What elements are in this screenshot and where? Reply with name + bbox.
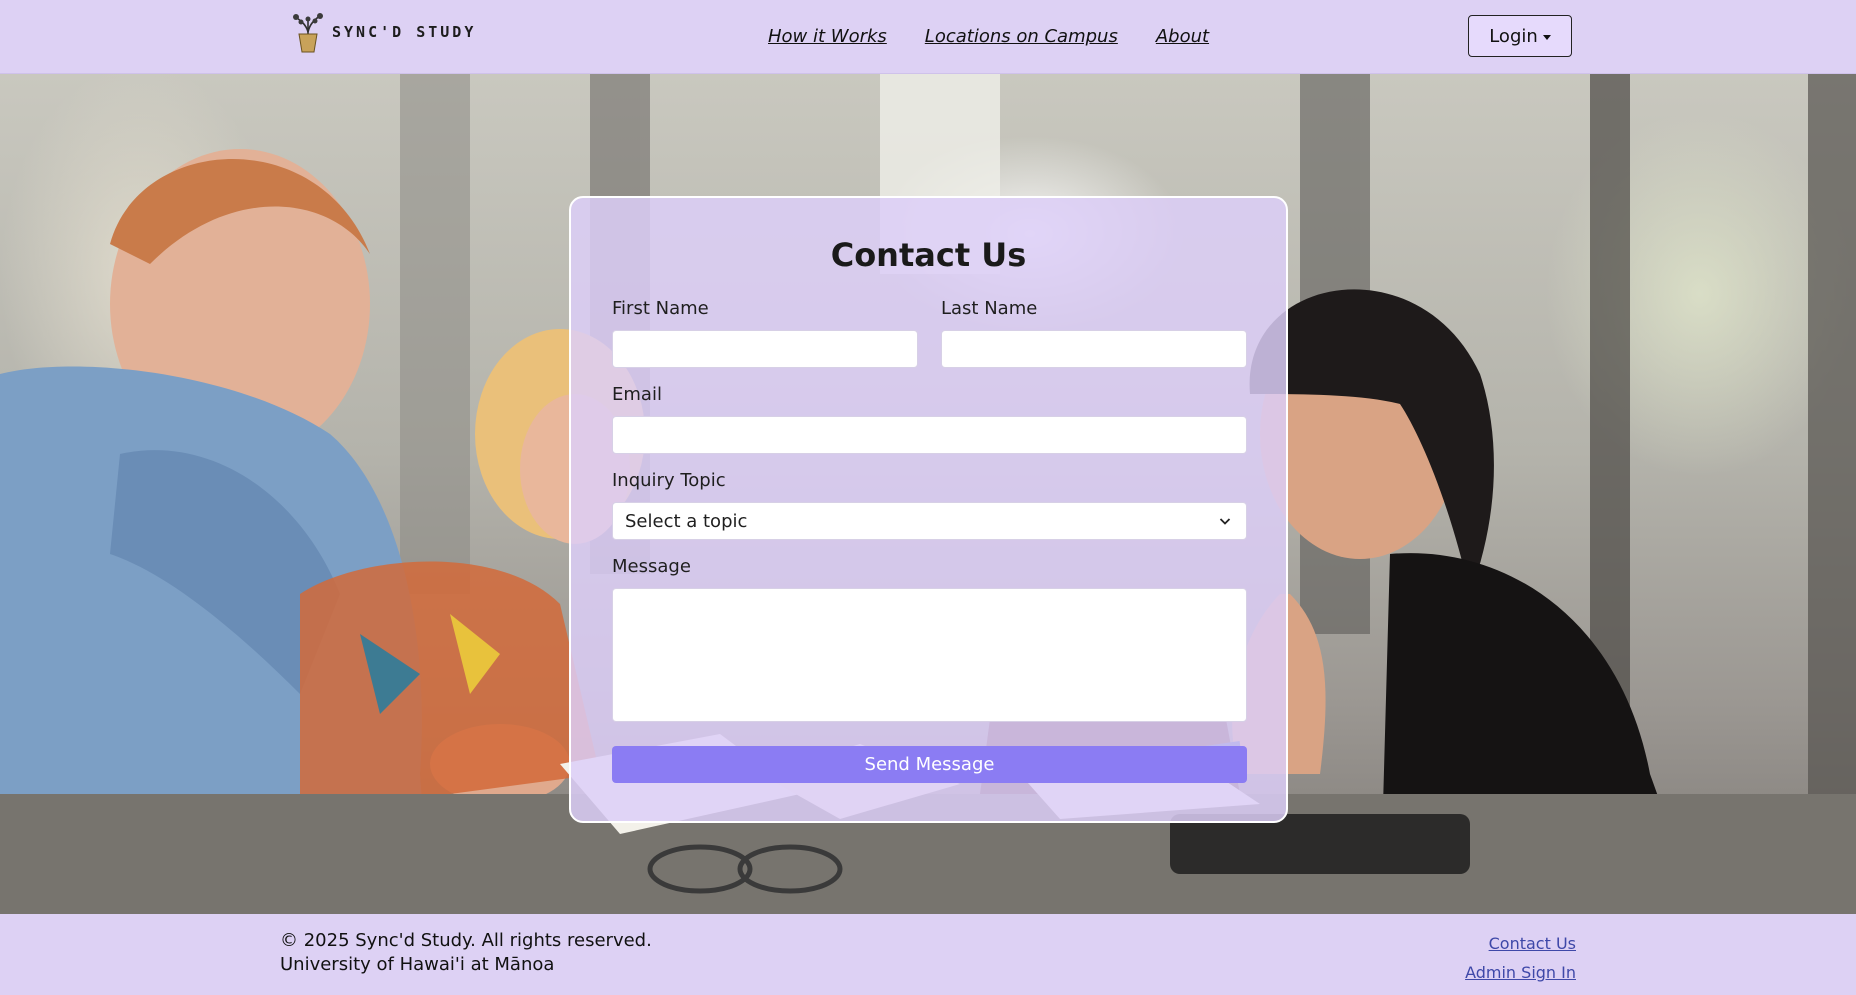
nav-link-locations[interactable]: Locations on Campus (925, 26, 1118, 47)
hero-section: Contact Us First Name Last Name Email In… (0, 74, 1856, 914)
brand-name: SYNC'D STUDY (332, 23, 477, 41)
copyright-text: © 2025 Sync'd Study. All rights reserved… (280, 930, 652, 951)
message-textarea[interactable] (612, 588, 1247, 722)
first-name-label: First Name (612, 298, 709, 319)
login-dropdown-button[interactable]: Login (1468, 15, 1572, 57)
contact-form-card: Contact Us First Name Last Name Email In… (569, 196, 1288, 823)
caret-down-icon (1542, 34, 1551, 40)
inquiry-topic-label: Inquiry Topic (612, 470, 726, 491)
last-name-label: Last Name (941, 298, 1038, 319)
footer-link-admin-sign-in[interactable]: Admin Sign In (1465, 958, 1576, 987)
contact-form-title: Contact Us (830, 236, 1027, 274)
nav-link-how-it-works[interactable]: How it Works (768, 26, 887, 47)
email-input[interactable] (612, 416, 1247, 454)
inquiry-topic-select[interactable]: Select a topic (612, 502, 1247, 540)
university-text: University of Hawai'i at Mānoa (280, 954, 555, 975)
inquiry-topic-selected: Select a topic (625, 510, 748, 532)
message-label: Message (612, 556, 691, 577)
last-name-input[interactable] (941, 330, 1247, 368)
page: SYNC'D STUDY How it Works Locations on C… (0, 0, 1856, 995)
chevron-down-icon (1219, 518, 1231, 525)
navbar: SYNC'D STUDY How it Works Locations on C… (0, 0, 1856, 74)
send-message-button[interactable]: Send Message (612, 746, 1247, 783)
copyright-block: © 2025 Sync'd Study. All rights reserved… (280, 929, 652, 977)
footer: © 2025 Sync'd Study. All rights reserved… (0, 914, 1856, 995)
plant-pot-icon (293, 13, 323, 53)
nav-link-about[interactable]: About (1156, 26, 1209, 47)
footer-links: Contact Us Admin Sign In (1465, 929, 1576, 987)
footer-link-contact-us[interactable]: Contact Us (1465, 929, 1576, 958)
login-label: Login (1489, 25, 1538, 47)
main-nav: How it Works Locations on Campus About (768, 0, 1209, 72)
brand-logo[interactable]: SYNC'D STUDY (290, 10, 476, 54)
email-label: Email (612, 384, 662, 405)
first-name-input[interactable] (612, 330, 918, 368)
